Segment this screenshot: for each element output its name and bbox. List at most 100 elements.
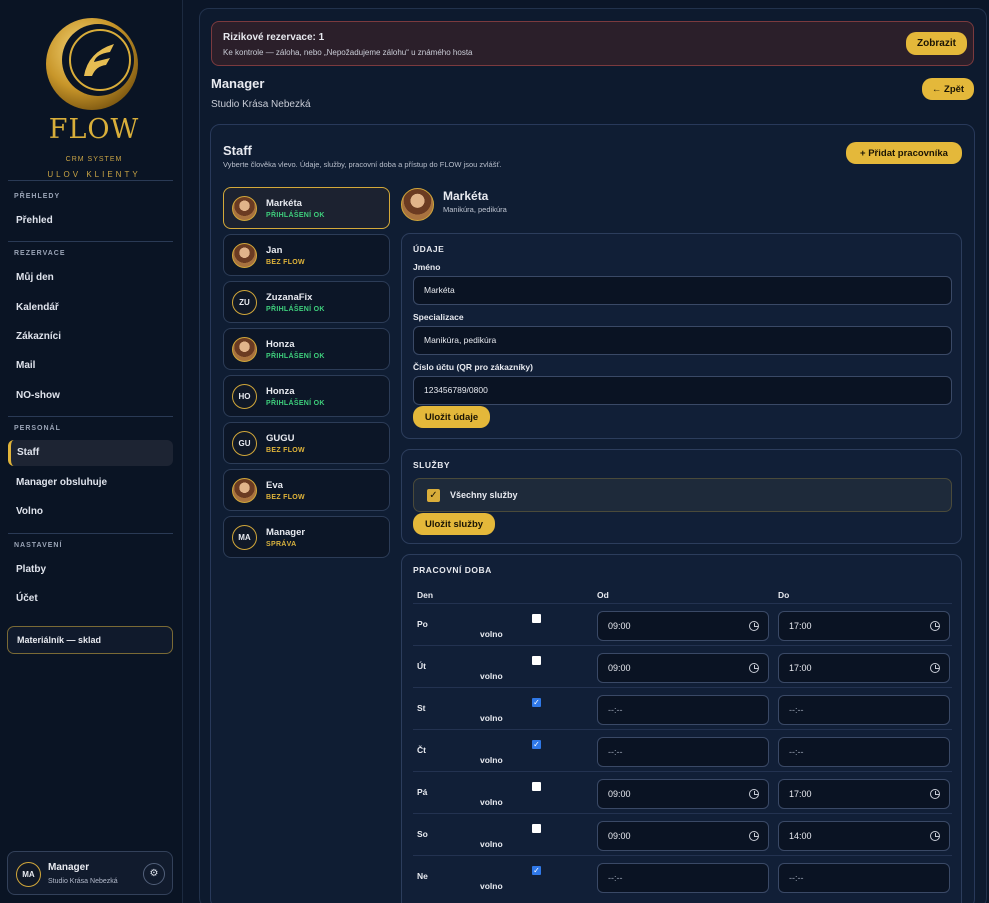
sidebar-item-staff[interactable]: Staff [8,440,173,466]
save-details-button[interactable]: Uložit údaje [413,406,490,428]
sidebar-item-manager-obsluhuje[interactable]: Manager obsluhuje [8,470,173,496]
time-from-input[interactable]: 09:00 [597,821,769,851]
add-worker-button[interactable]: + Přidat pracovníka [846,142,962,164]
all-services-checkbox[interactable]: ✓ [427,489,440,502]
time-value: --:-- [789,873,804,883]
gear-icon[interactable]: ⚙ [143,863,165,885]
free-checkbox[interactable] [532,656,541,665]
brand-subtitle: CRM SYSTEM [65,156,123,163]
day-label: Po [417,619,428,629]
clock-icon[interactable] [749,789,759,799]
avatar: MA [16,862,41,887]
detail-specialization: Manikúra, pedikúra [443,205,507,214]
flow-logo-icon [46,18,138,110]
hours-row: Pá volno 09:00 17:00 [413,771,952,813]
account-number-field[interactable]: 123456789/0800 [413,376,952,405]
staff-card: Staff Vyberte člověka vlevo. Údaje, služ… [210,124,975,903]
free-checkbox[interactable]: ✓ [532,740,541,749]
clock-icon[interactable] [749,663,759,673]
time-to-input[interactable]: --:-- [778,863,950,893]
time-from-input[interactable]: --:-- [597,737,769,767]
clock-icon[interactable] [930,789,940,799]
free-checkbox[interactable]: ✓ [532,866,541,875]
col-day-header: Den [417,590,434,600]
free-checkbox[interactable] [532,782,541,791]
free-label: volno [480,755,503,765]
studio-name: Studio Krása Nebezká [211,99,311,110]
staff-status: PŘIHLÁŠENÍ OK [266,212,325,219]
sidebar-item-volno[interactable]: Volno [8,499,173,525]
time-value: --:-- [608,705,623,715]
time-from-input[interactable]: --:-- [597,695,769,725]
clock-icon[interactable] [749,621,759,631]
staff-item[interactable]: Honza PŘIHLÁŠENÍ OK [223,328,390,370]
free-checkbox[interactable] [532,824,541,833]
time-to-input[interactable]: 17:00 [778,611,950,641]
time-value: 09:00 [608,621,631,631]
time-from-input[interactable]: 09:00 [597,779,769,809]
name-label: Jméno [413,262,441,272]
user-studio: Studio Krása Nebezká [48,878,118,885]
sidebar-item-prehled[interactable]: Přehled [8,208,173,234]
sidebar-item-platby[interactable]: Platby [8,557,173,583]
show-button[interactable]: Zobrazit [906,32,967,55]
time-to-input[interactable]: 14:00 [778,821,950,851]
staff-item[interactable]: GU GUGU BEZ FLOW [223,422,390,464]
sidebar-item-no-show[interactable]: NO-show [8,383,173,409]
back-button[interactable]: ← Zpět [922,78,974,100]
clock-icon[interactable] [930,831,940,841]
staff-title: Staff [223,143,252,158]
day-label: Pá [417,787,428,797]
day-label: Ne [417,871,428,881]
detail-name: Markéta [443,189,489,203]
staff-item[interactable]: Markéta PŘIHLÁŠENÍ OK [223,187,390,229]
risk-alert: Rizikové rezervace: 1 Ke kontrole — zálo… [211,21,974,66]
alert-title: Rizikové rezervace: 1 [223,32,325,43]
free-label: volno [480,797,503,807]
staff-item[interactable]: Jan BEZ FLOW [223,234,390,276]
divider [8,533,173,534]
staff-item[interactable]: Eva BEZ FLOW [223,469,390,511]
staff-item[interactable]: ZU ZuzanaFix PŘIHLÁŠENÍ OK [223,281,390,323]
time-to-input[interactable]: 17:00 [778,653,950,683]
divider [8,241,173,242]
save-services-button[interactable]: Uložit služby [413,513,495,535]
clock-icon[interactable] [930,663,940,673]
time-to-input[interactable]: 17:00 [778,779,950,809]
sidebar-item-mail[interactable]: Mail [8,353,173,379]
time-from-input[interactable]: 09:00 [597,611,769,641]
time-from-input[interactable]: 09:00 [597,653,769,683]
time-value: --:-- [608,747,623,757]
section-heading: PRACOVNÍ DOBA [413,565,492,575]
staff-name: ZuzanaFix [266,292,313,303]
staff-item[interactable]: HO Honza PŘIHLÁŠENÍ OK [223,375,390,417]
staff-description: Vyberte člověka vlevo. Údaje, služby, pr… [223,160,502,169]
sidebar-item-kalendar[interactable]: Kalendář [8,295,173,321]
avatar [232,337,257,362]
free-checkbox[interactable]: ✓ [532,698,541,707]
time-to-input[interactable]: --:-- [778,695,950,725]
clock-icon[interactable] [930,621,940,631]
staff-status: SPRÁVA [266,541,297,548]
hours-row: So volno 09:00 14:00 [413,813,952,855]
sidebar-item-ucet[interactable]: Účet [8,586,173,612]
day-label: So [417,829,428,839]
time-to-input[interactable]: --:-- [778,737,950,767]
avatar: GU [232,431,257,456]
sidebar-item-zakaznici[interactable]: Zákazníci [8,324,173,350]
staff-item[interactable]: MA Manager SPRÁVA [223,516,390,558]
clock-icon[interactable] [749,831,759,841]
sidebar-item-muj-den[interactable]: Můj den [8,265,173,291]
user-name: Manager [48,862,90,873]
material-sklad-button[interactable]: Materiálník — sklad [7,626,173,654]
hours-row: Čt volno ✓ --:-- --:-- [413,729,952,771]
time-from-input[interactable]: --:-- [597,863,769,893]
name-field[interactable]: Markéta [413,276,952,305]
free-checkbox[interactable] [532,614,541,623]
udaje-section: ÚDAJE Jméno Markéta Specializace Manikúr… [401,233,962,439]
specialization-field[interactable]: Manikúra, pedikúra [413,326,952,355]
avatar [232,243,257,268]
working-hours-section: PRACOVNÍ DOBA Den Od Do Po volno 09:00 17:0… [401,554,962,903]
free-label: volno [480,671,503,681]
all-services-row[interactable]: ✓ Všechny služby [413,478,952,512]
